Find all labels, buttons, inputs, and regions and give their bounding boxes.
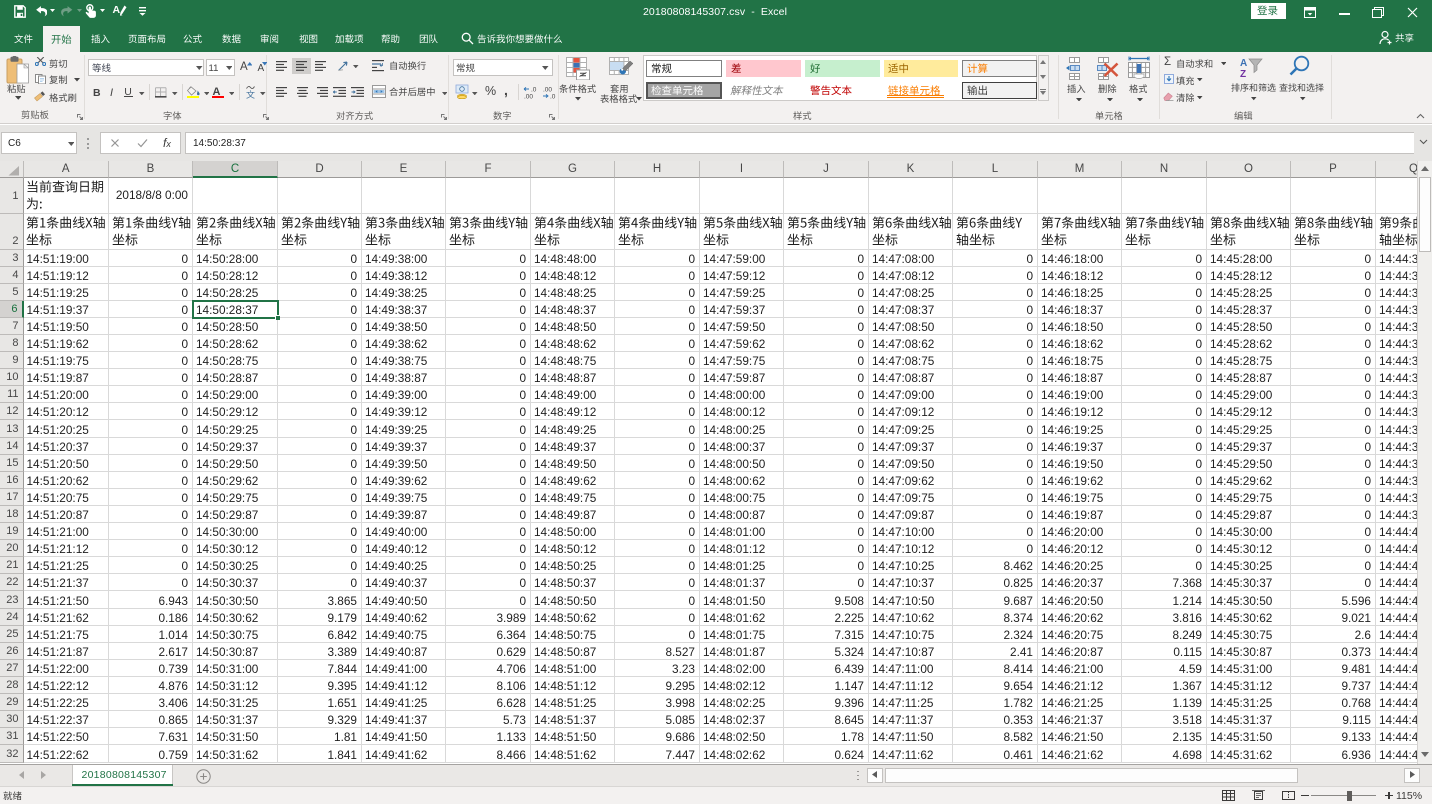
svg-text:Z: Z xyxy=(1240,69,1246,78)
svg-text:.0: .0 xyxy=(531,87,537,94)
svg-text:.0: .0 xyxy=(550,94,556,100)
svg-text:.00: .00 xyxy=(543,87,552,94)
svg-text:A: A xyxy=(1240,58,1247,69)
svg-text:.00: .00 xyxy=(524,94,533,100)
